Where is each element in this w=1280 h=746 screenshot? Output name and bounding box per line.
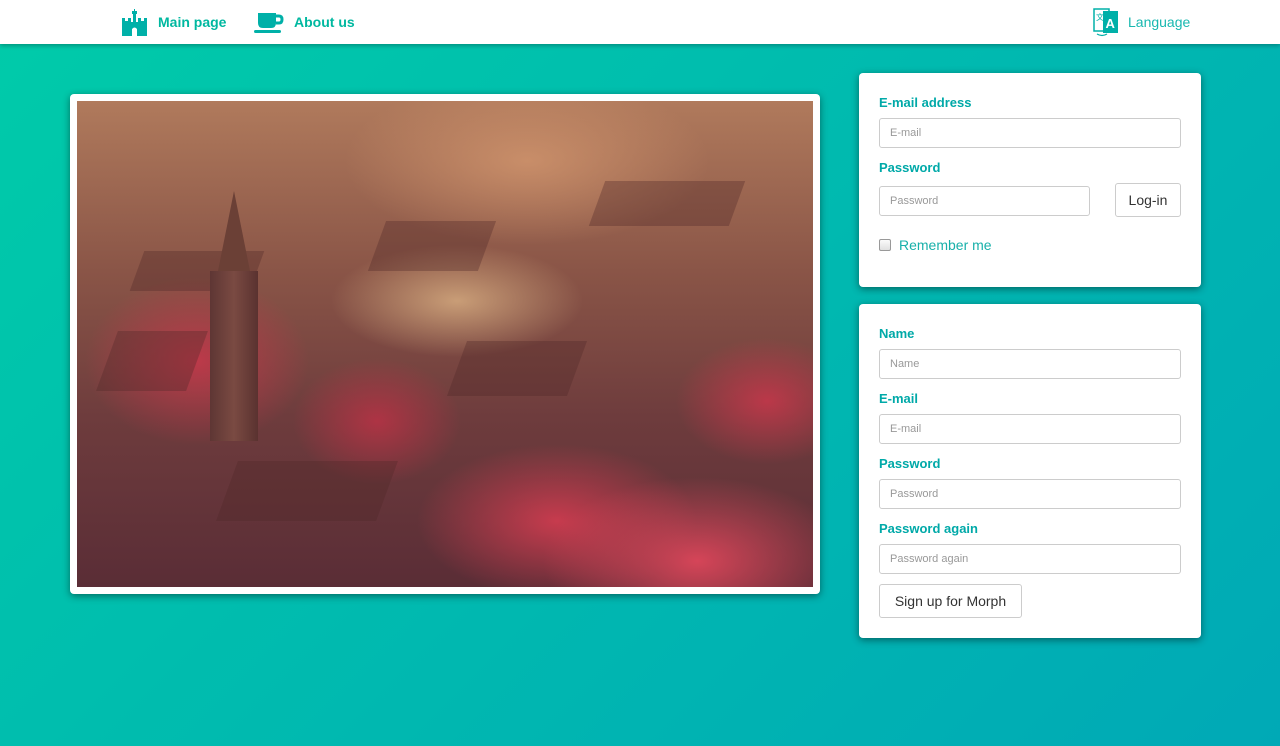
photo-church-tower [210,271,258,441]
signup-name-input[interactable] [879,349,1181,379]
remember-me-toggle[interactable]: Remember me [879,237,992,253]
login-email-input[interactable] [879,118,1181,148]
castle-icon [122,9,147,36]
language-label: Language [1128,14,1191,30]
city-rooftops-photo [77,101,813,587]
signup-password-again-label: Password again [879,521,978,536]
login-button[interactable]: Log-in [1115,183,1181,217]
nav-about-label: About us [294,14,355,30]
login-email-label: E-mail address [879,95,972,110]
signup-button[interactable]: Sign up for Morph [879,584,1022,618]
login-panel: E-mail address Password Log-in Remember … [859,73,1201,287]
nav-about-us[interactable]: About us [253,0,355,44]
svg-text:文: 文 [1096,12,1104,22]
top-navbar: Main page About us A 文 Language [0,0,1280,44]
photo-church-spire [217,191,251,276]
coffee-cup-icon [254,13,284,33]
photo-roof-shape [588,181,746,226]
language-selector[interactable]: A 文 Language [1093,0,1190,44]
hero-photo-frame [70,94,820,594]
login-password-input[interactable] [879,186,1090,216]
photo-roof-shape [96,331,208,391]
signup-name-label: Name [879,326,915,341]
remember-me-checkbox[interactable] [879,239,891,251]
nav-main-page[interactable]: Main page [121,0,226,44]
photo-roof-shape [216,461,398,521]
svg-text:A: A [1106,16,1116,31]
signup-password-input[interactable] [879,479,1181,509]
photo-roof-shape [367,221,497,271]
remember-me-label: Remember me [899,237,992,253]
login-password-label: Password [879,160,941,175]
signup-password-label: Password [879,456,941,471]
signup-panel: Name E-mail Password Password again Sign… [859,304,1201,638]
signup-email-input[interactable] [879,414,1181,444]
nav-main-label: Main page [158,14,227,30]
signup-email-label: E-mail [879,391,919,406]
signup-password-again-input[interactable] [879,544,1181,574]
photo-roof-shape [446,341,588,396]
translate-icon: A 文 [1093,8,1118,37]
